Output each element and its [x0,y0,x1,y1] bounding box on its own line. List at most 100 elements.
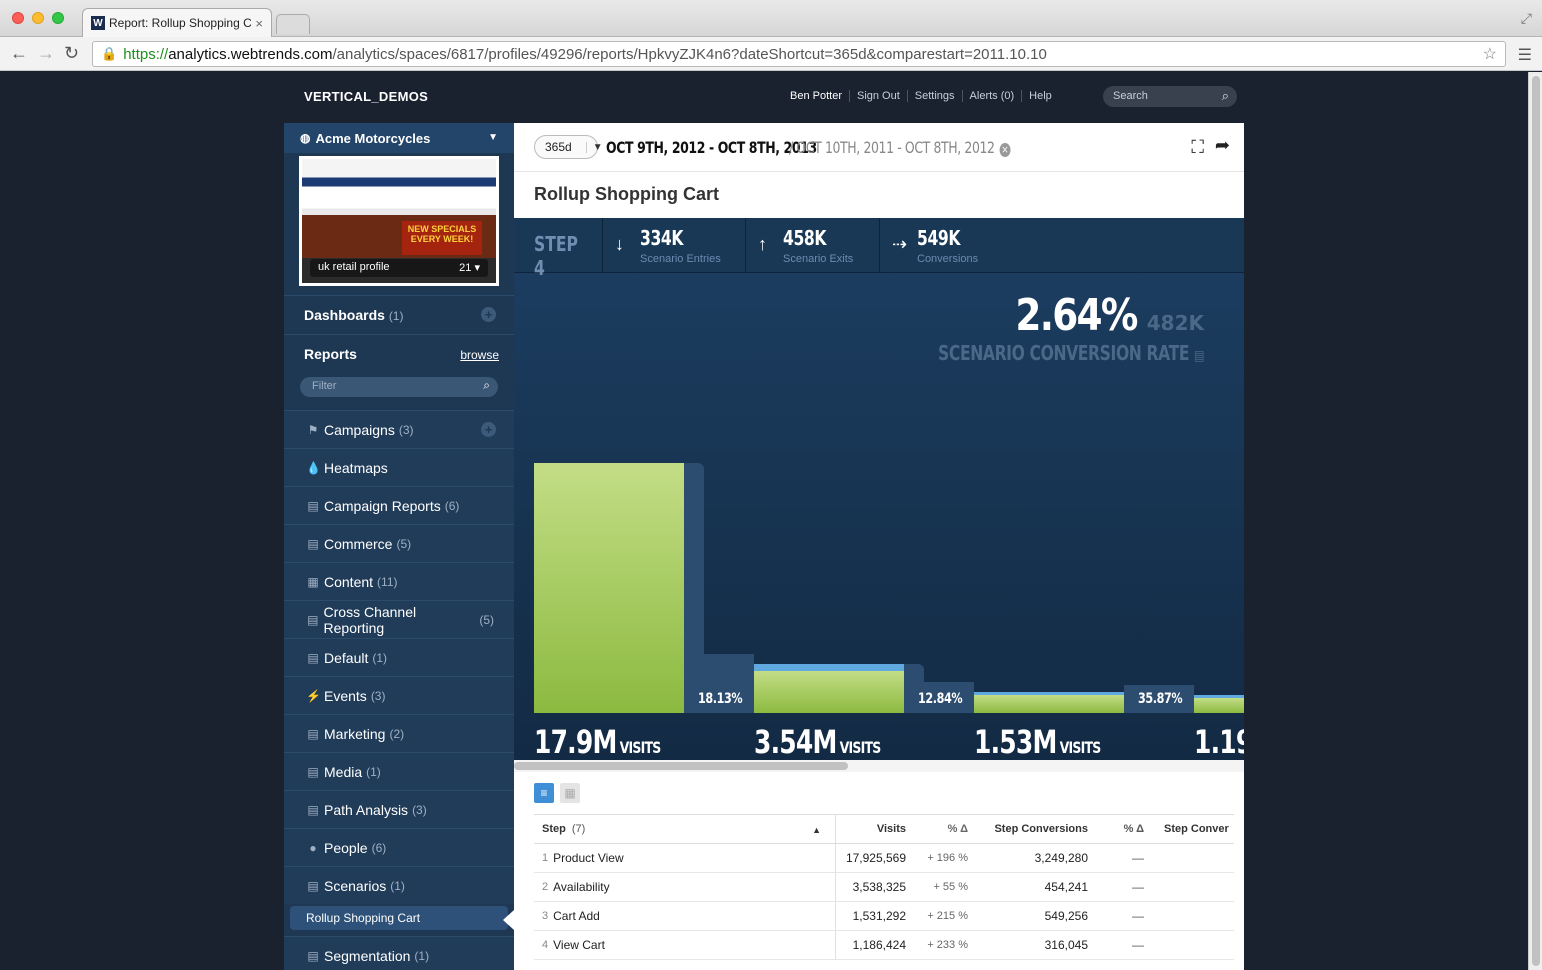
filter-input[interactable]: Filter ⌕ [300,377,498,397]
sidebar-item-count: (6) [444,498,460,513]
sidebar-item-commerce[interactable]: ▤ Commerce (5) [284,524,514,562]
search-icon[interactable]: ⌕ [483,378,490,393]
compare-range[interactable]: / OCT 10TH, 2011 - OCT 8TH, 2012 × [789,138,1011,157]
sidebar-item-marketing[interactable]: ▤ Marketing (2) [284,714,514,752]
cell-step[interactable]: 2 Availability [534,873,836,901]
help-link[interactable]: Help [1022,90,1059,102]
alerts-link[interactable]: Alerts (0) [963,90,1023,102]
add-dashboard-icon[interactable]: + [481,307,496,322]
sidebar-item-events[interactable]: ⚡ Events (3) [284,676,514,714]
user-name-link[interactable]: Ben Potter [790,90,850,102]
sidebar-item-path-analysis[interactable]: ▤ Path Analysis (3) [284,790,514,828]
browser-tab[interactable]: W Report: Rollup Shopping C × [82,8,272,37]
col-step-conv-rate[interactable]: Step Conver [1152,823,1234,835]
share-icon[interactable]: ➦ [1215,135,1230,156]
cell-step[interactable]: 1 Product View [534,844,836,872]
profile-label-text: uk retail profile [318,261,390,273]
sidebar-item-label: Campaigns [324,421,395,438]
cell-step[interactable]: 3 Cart Add [534,902,836,930]
funnel-scrollbar[interactable] [514,760,1244,772]
col-step-conversions[interactable]: Step Conversions [972,823,1092,835]
table-body: 1 Product View 17,925,569 + 196 % 3,249,280 —… [534,844,1234,960]
back-icon[interactable]: ← [10,43,28,64]
sidebar-item-heatmaps[interactable]: 💧 Heatmaps [284,448,514,486]
filter-placeholder: Filter [312,380,337,392]
chevron-down-icon[interactable]: ▼ [488,132,498,143]
sidebar-item-cross-channel-reporting[interactable]: ▤ Cross Channel Reporting (5) [284,600,514,638]
table-view-icon[interactable]: ▦ [560,783,580,803]
sidebar-item-media[interactable]: ▤ Media (1) [284,752,514,790]
sidebar-item-scenarios[interactable]: ▤ Scenarios (1) [284,866,514,904]
table-row[interactable]: 3 Cart Add 1,531,292 + 215 % 549,256 — [534,902,1234,931]
table-header: Step (7) ▲ Visits % Δ Step Conversions % Δ… [534,814,1234,844]
sidebar-item-content[interactable]: ▦ Content (11) [284,562,514,600]
active-report-item[interactable]: Rollup Shopping Cart [290,906,508,930]
table-row[interactable]: 4 View Cart 1,186,424 + 233 % 316,045 — [534,931,1234,960]
profile-count[interactable]: 21 ▾ [459,261,480,274]
sidebar-item-segmentation[interactable]: ▤ Segmentation (1) [284,936,514,970]
cell-step[interactable]: 4 View Cart [534,931,836,959]
reload-icon[interactable]: ↻ [64,43,79,64]
table-row[interactable]: 1 Product View 17,925,569 + 196 % 3,249,280 — [534,844,1234,873]
browser-tabbar: W Report: Rollup Shopping C × ⤢ [0,0,1542,37]
clear-compare-icon[interactable]: × [999,143,1011,157]
profile-selector[interactable]: ◍ Acme Motorcycles ▼ [284,123,514,153]
page-scrollbar[interactable] [1528,72,1542,970]
visits-unit: VISITS [1059,738,1102,757]
browse-link[interactable]: browse [460,348,499,362]
profile-thumbnail[interactable]: NEW SPECIALS EVERY WEEK! uk retail profi… [299,156,499,286]
step-visits: 1.19VISITS [1194,723,1244,760]
sort-asc-icon[interactable]: ▲ [812,825,821,835]
search-icon[interactable]: ⌕ [1222,88,1229,104]
step-name: Cart Add [553,909,600,923]
sidebar-item-campaigns[interactable]: ⚑ Campaigns (3) + [284,410,514,448]
date-range[interactable]: OCT 9TH, 2012 - OCT 8TH, 2013 [606,138,817,157]
sign-out-link[interactable]: Sign Out [850,90,908,102]
cell-visits: 1,531,292 [852,909,906,923]
sidebar-item-count: (3) [412,802,427,817]
sidebar-item-label: Path Analysis [324,801,409,818]
close-window-button[interactable] [12,12,24,24]
webtrends-favicon-icon: W [91,16,105,30]
forward-icon[interactable]: → [37,43,55,64]
date-range-dropdown[interactable]: 365d ▼ [534,135,603,159]
sidebar-item-people[interactable]: ● People (6) [284,828,514,866]
address-bar[interactable]: 🔒 https://analytics.webtrends.com/analyt… [92,41,1506,67]
sidebar-item-label: Cross Channel Reporting [323,603,417,636]
col-pct-delta-2[interactable]: % Δ [1092,823,1152,835]
site-promo-banner: NEW SPECIALS EVERY WEEK! [402,221,482,255]
col-visits[interactable]: Visits [836,823,912,835]
funnel-bar-conv-3 [974,694,1124,713]
zoom-window-button[interactable] [52,12,64,24]
funnel-view-icon[interactable]: ≡ [534,783,554,803]
minimize-window-button[interactable] [32,12,44,24]
sidebar-item-default[interactable]: ▤ Default (1) [284,638,514,676]
search-input[interactable]: Search ⌕ [1103,86,1237,107]
funnel-scrollbar-thumb[interactable] [514,762,848,770]
bookmark-star-icon[interactable]: ☆ [1483,44,1497,64]
cell-step-conversions: 3,249,280 [1034,851,1088,865]
col-pct-delta[interactable]: % Δ [912,823,972,835]
table-row[interactable]: 2 Availability 3,538,325 + 55 % 454,241 — [534,873,1234,902]
step-visits-value: 1.53M [974,723,1057,760]
report-panel: 365d ▼ OCT 9TH, 2012 - OCT 8TH, 2013 / O… [514,123,1244,970]
steps-table: Step (7) ▲ Visits % Δ Step Conversions % Δ… [534,814,1234,960]
browser-menu-icon[interactable]: ☰ [1518,45,1532,65]
document-icon: ▤ [307,764,319,779]
col-step[interactable]: Step (7) ▲ [534,815,836,843]
add-campaign-icon[interactable]: + [481,422,496,437]
page-scrollbar-thumb[interactable] [1532,76,1540,966]
expand-icon[interactable]: ⛶ [1191,137,1204,158]
cell-pct-delta: + 196 % [927,852,968,864]
sidebar-item-campaign-reports[interactable]: ▤ Campaign Reports (6) [284,486,514,524]
drop-icon: 💧 [306,460,321,475]
document-icon: ▤ [307,612,319,627]
close-tab-icon[interactable]: × [255,16,263,31]
sidebar-dashboards[interactable]: Dashboards (1) + [284,295,514,333]
fullscreen-icon[interactable]: ⤢ [1521,10,1532,27]
new-tab-button[interactable] [276,14,310,34]
cell-visits: 1,186,424 [852,938,906,952]
sidebar-item-count: (1) [414,948,430,963]
settings-link[interactable]: Settings [908,90,963,102]
account-name[interactable]: VERTICAL_DEMOS [304,89,428,104]
